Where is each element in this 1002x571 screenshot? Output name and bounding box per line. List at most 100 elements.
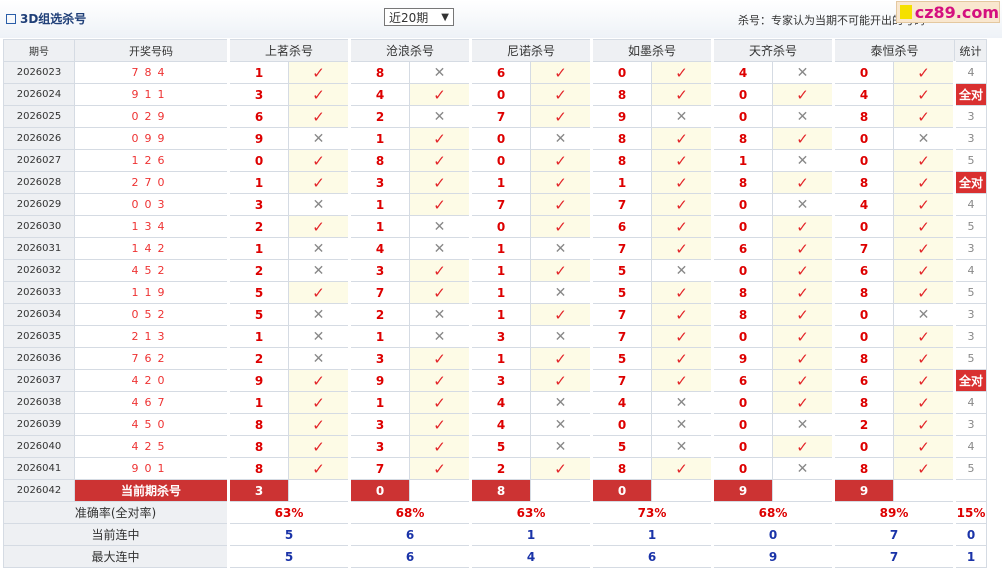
kill-number-cell: 6 xyxy=(469,61,531,84)
check-mark-glyph: ✓ xyxy=(433,459,446,478)
check-mark-glyph: ✓ xyxy=(433,415,446,434)
all-hit-badge: 全对 xyxy=(953,171,987,194)
cross-mark-glyph: ✕ xyxy=(554,284,567,301)
table-row: 2026041 901 8 ✓ 7 ✓ 2 ✓ 8 ✓ 0 ✕ 8 ✓ 5 xyxy=(3,457,987,480)
check-icon: ✓ xyxy=(772,369,834,392)
check-icon: ✓ xyxy=(893,281,955,304)
check-icon: ✓ xyxy=(893,105,955,128)
brand-logo[interactable]: cz89.com xyxy=(896,1,1000,23)
check-icon: ✓ xyxy=(772,325,834,348)
check-icon: ✓ xyxy=(651,347,713,370)
kill-number-cell: 8 xyxy=(590,457,652,480)
kill-number-cell: 5 xyxy=(590,347,652,370)
check-mark-glyph: ✓ xyxy=(917,217,930,236)
check-icon: ✓ xyxy=(651,281,713,304)
cross-mark-glyph: ✕ xyxy=(312,328,325,345)
issue-cell: 2026030 xyxy=(3,215,75,238)
kill-number-cell: 0 xyxy=(469,215,531,238)
cross-mark-glyph: ✕ xyxy=(433,218,446,235)
check-icon: ✓ xyxy=(288,457,350,480)
cross-mark-glyph: ✕ xyxy=(796,196,809,213)
current-empty-cell xyxy=(651,479,713,502)
kill-number-cell: 7 xyxy=(469,193,531,216)
check-mark-glyph: ✓ xyxy=(675,459,688,478)
check-icon: ✓ xyxy=(772,259,834,282)
draw-number-cell: 450 xyxy=(74,413,229,436)
top-bar: 3D组选杀号 近20期 ▼ 杀号：专家认为当期不可能开出的号码 cz89.com xyxy=(0,0,1002,38)
draw-number-cell: 467 xyxy=(74,391,229,414)
check-icon: ✓ xyxy=(530,61,592,84)
current-kill-number: 0 xyxy=(590,479,652,502)
check-mark-glyph: ✓ xyxy=(796,239,809,258)
kill-number-cell: 1 xyxy=(469,259,531,282)
kill-number-cell: 2 xyxy=(348,105,410,128)
kill-number-cell: 3 xyxy=(227,83,289,106)
kill-number-cell: 0 xyxy=(227,149,289,172)
current-issue-cell: 2026042 xyxy=(3,479,75,502)
check-mark-glyph: ✓ xyxy=(433,349,446,368)
cross-mark-glyph: ✕ xyxy=(312,306,325,323)
table-row: 2026039 450 8 ✓ 3 ✓ 4 ✕ 0 ✕ 0 ✕ 2 ✓ 3 xyxy=(3,413,987,436)
check-mark-glyph: ✓ xyxy=(675,151,688,170)
table-row: 2026027 126 0 ✓ 8 ✓ 0 ✓ 8 ✓ 1 ✕ 0 ✓ 5 xyxy=(3,149,987,172)
check-icon: ✓ xyxy=(288,83,350,106)
kill-number-cell: 4 xyxy=(590,391,652,414)
draw-number-cell: 099 xyxy=(74,127,229,150)
cross-mark-glyph: ✕ xyxy=(917,306,930,323)
check-icon: ✓ xyxy=(409,83,471,106)
check-mark-glyph: ✓ xyxy=(312,437,325,456)
kill-number-cell: 0 xyxy=(711,435,773,458)
period-select[interactable]: 近20期 ▼ xyxy=(384,8,454,26)
cross-mark-glyph: ✕ xyxy=(675,416,688,433)
draw-number-cell: 213 xyxy=(74,325,229,348)
summary-value: 68% xyxy=(711,501,834,524)
current-empty-cell xyxy=(409,479,471,502)
draw-number-cell: 119 xyxy=(74,281,229,304)
check-mark-glyph: ✓ xyxy=(554,63,567,82)
table-row: 2026040 425 8 ✓ 3 ✓ 5 ✕ 5 ✕ 0 ✓ 0 ✓ 4 xyxy=(3,435,987,458)
summary-label: 最大连中 xyxy=(3,545,229,568)
table-row: 2026028 270 1 ✓ 3 ✓ 1 ✓ 1 ✓ 8 ✓ 8 ✓ 全对 xyxy=(3,171,987,194)
summary-stat: 1 xyxy=(953,545,987,568)
check-icon: ✓ xyxy=(651,83,713,106)
col-header-expert: 上茗杀号 xyxy=(227,39,350,62)
kill-number-cell: 7 xyxy=(348,281,410,304)
stat-cell: 4 xyxy=(953,259,987,282)
check-icon: ✓ xyxy=(651,171,713,194)
table-row: 2026037 420 9 ✓ 9 ✓ 3 ✓ 7 ✓ 6 ✓ 6 ✓ 全对 xyxy=(3,369,987,392)
check-mark-glyph: ✓ xyxy=(796,437,809,456)
check-icon: ✓ xyxy=(772,215,834,238)
col-header-expert: 泰恒杀号 xyxy=(832,39,955,62)
cross-mark-glyph: ✕ xyxy=(554,438,567,455)
check-mark-glyph: ✓ xyxy=(796,371,809,390)
current-kill-number: 8 xyxy=(469,479,531,502)
check-icon: ✓ xyxy=(651,303,713,326)
check-mark-glyph: ✓ xyxy=(312,283,325,302)
kill-number-cell: 9 xyxy=(227,127,289,150)
check-mark-glyph: ✓ xyxy=(554,107,567,126)
kill-number-cell: 1 xyxy=(227,325,289,348)
cross-mark-glyph: ✕ xyxy=(675,262,688,279)
kill-number-cell: 0 xyxy=(711,413,773,436)
check-icon: ✓ xyxy=(651,237,713,260)
check-icon: ✓ xyxy=(893,237,955,260)
kill-number-cell: 4 xyxy=(832,83,894,106)
check-icon: ✓ xyxy=(409,435,471,458)
kill-number-cell: 2 xyxy=(227,259,289,282)
kill-number-cell: 8 xyxy=(348,61,410,84)
check-icon: ✓ xyxy=(651,149,713,172)
check-mark-glyph: ✓ xyxy=(675,327,688,346)
col-header-expert: 沧浪杀号 xyxy=(348,39,471,62)
check-icon: ✓ xyxy=(288,369,350,392)
cross-icon: ✕ xyxy=(530,237,592,260)
check-mark-glyph: ✓ xyxy=(554,305,567,324)
summary-value: 6 xyxy=(348,545,471,568)
check-mark-glyph: ✓ xyxy=(312,63,325,82)
kill-number-cell: 3 xyxy=(469,325,531,348)
summary-value: 7 xyxy=(832,523,955,546)
check-mark-glyph: ✓ xyxy=(675,217,688,236)
current-empty-cell xyxy=(288,479,350,502)
check-mark-glyph: ✓ xyxy=(917,415,930,434)
cross-mark-glyph: ✕ xyxy=(433,240,446,257)
check-mark-glyph: ✓ xyxy=(917,261,930,280)
